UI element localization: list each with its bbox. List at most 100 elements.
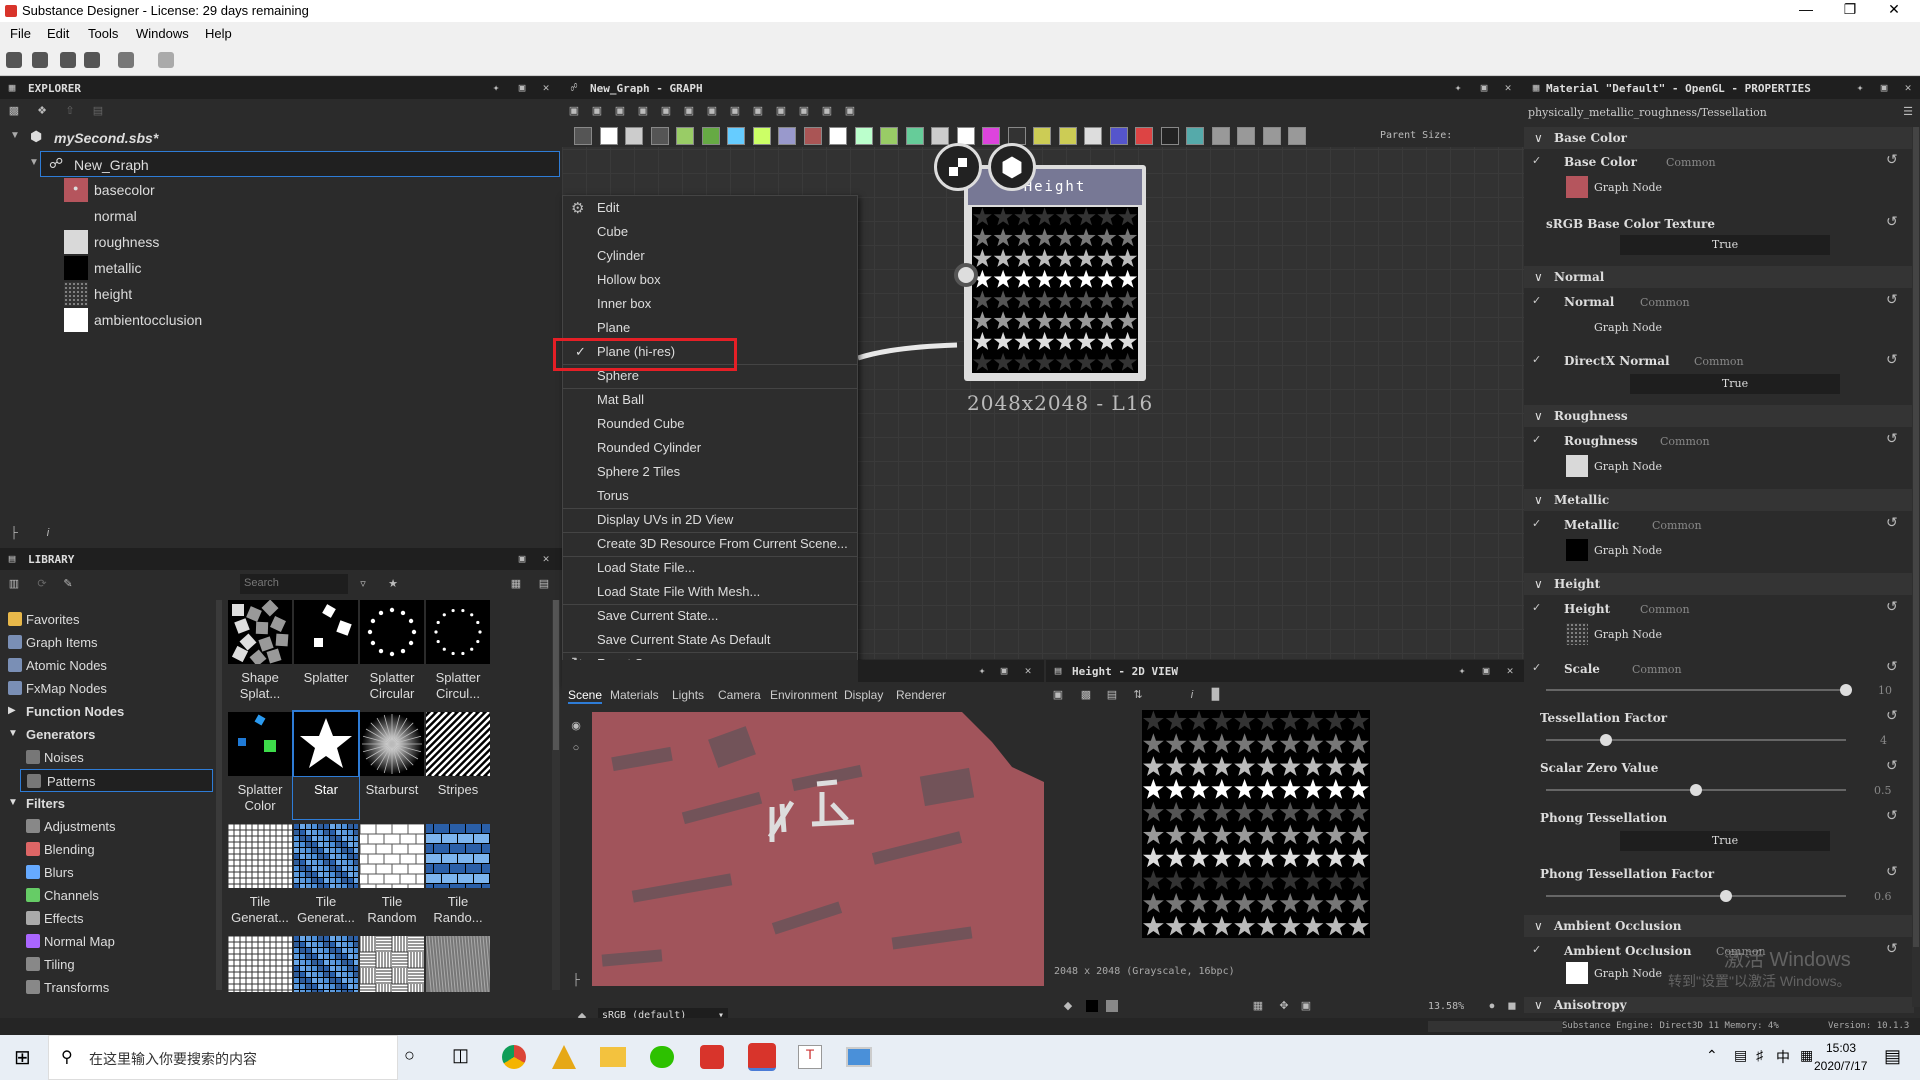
menu-item-rounded-cube[interactable]: Rounded Cube: [563, 412, 857, 436]
reset-icon[interactable]: ↺: [1886, 514, 1898, 531]
reset-icon[interactable]: ↺: [1886, 351, 1898, 368]
pan-icon[interactable]: ▣: [591, 105, 603, 117]
roughness-checkbox[interactable]: ✓: [1532, 433, 1541, 446]
section-anisotropy[interactable]: ∨ Anisotropy: [1524, 997, 1914, 1013]
maximize-button[interactable]: ❐: [1830, 1, 1870, 18]
scene-tab-scene[interactable]: Scene: [568, 688, 603, 704]
srgb-toggle[interactable]: True: [1620, 235, 1830, 255]
section-roughness[interactable]: ∨ Roughness: [1524, 405, 1914, 427]
node-palette-icon[interactable]: [625, 127, 643, 145]
reset-icon[interactable]: ↺: [1886, 940, 1898, 957]
flow-icon[interactable]: ▣: [775, 105, 787, 117]
scene-tab-environment[interactable]: Environment: [770, 688, 837, 702]
wand-icon[interactable]: ▣: [821, 105, 833, 117]
node-palette-icon[interactable]: [1237, 127, 1255, 145]
align-icon[interactable]: ▣: [798, 105, 810, 117]
phong-toggle[interactable]: True: [1620, 831, 1830, 851]
info-icon[interactable]: i: [1186, 689, 1198, 701]
menu-item-load-state-file[interactable]: Load State File...: [563, 556, 857, 580]
new-substance-icon[interactable]: [32, 52, 48, 68]
reset-icon[interactable]: ↺: [1886, 213, 1898, 230]
library-category-channels[interactable]: Channels: [0, 884, 215, 907]
expand-arrow-icon[interactable]: ▼: [8, 797, 18, 808]
roughness-swatch[interactable]: [1566, 455, 1588, 477]
library-category-adjustments[interactable]: Adjustments: [0, 815, 215, 838]
node-palette-icon[interactable]: [778, 127, 796, 145]
notifications-icon[interactable]: ▤: [1884, 1046, 1901, 1067]
library-category-atomic-nodes[interactable]: Atomic Nodes: [0, 654, 215, 677]
library-item-thumbnail[interactable]: [294, 600, 358, 664]
menu-item-hollow-box[interactable]: Hollow box: [563, 268, 857, 292]
output-row-height[interactable]: height: [0, 281, 562, 307]
node-palette-icon[interactable]: [905, 127, 924, 145]
library-item-thumbnail[interactable]: [294, 824, 359, 889]
reset-icon[interactable]: ↺: [1886, 807, 1898, 824]
close-button[interactable]: ✕: [1874, 1, 1914, 18]
close-panel-icon[interactable]: ✕: [540, 82, 552, 94]
cortana-icon[interactable]: ○: [404, 1045, 415, 1066]
link-icon[interactable]: ⇅: [1132, 689, 1144, 701]
node-palette-icon[interactable]: [1288, 127, 1306, 145]
reset-icon[interactable]: ↺: [1886, 863, 1898, 880]
node-palette-icon[interactable]: [1186, 127, 1204, 145]
clock-time[interactable]: 15:03: [1826, 1041, 1856, 1055]
section-ambient-occlusion[interactable]: ∨ Ambient Occlusion: [1524, 915, 1914, 937]
node-palette-icon[interactable]: [574, 127, 592, 145]
app-triangle-icon[interactable]: [552, 1045, 576, 1069]
base-color-checkbox[interactable]: ✓: [1532, 154, 1541, 167]
filter-icon[interactable]: ▿: [357, 578, 369, 590]
chrome-icon[interactable]: [502, 1045, 526, 1069]
library-search-input[interactable]: Search: [240, 574, 348, 594]
link-icon[interactable]: ▣: [660, 105, 672, 117]
save-icon[interactable]: [84, 52, 100, 68]
float-icon[interactable]: ▣: [516, 82, 528, 94]
node-palette-icon[interactable]: [1135, 127, 1153, 145]
add-folder-icon[interactable]: ▥: [8, 578, 20, 590]
menu-item-inner-box[interactable]: Inner box: [563, 292, 857, 316]
frame-icon[interactable]: ▣: [568, 105, 580, 117]
height-checkbox[interactable]: ✓: [1532, 601, 1541, 614]
library-scrollbar[interactable]: [552, 600, 560, 990]
library-category-filters[interactable]: ▼ Filters: [0, 792, 215, 815]
node-input-pin[interactable]: [954, 263, 978, 287]
pin-icon[interactable]: ✦: [976, 665, 988, 677]
properties-scrollbar[interactable]: [1912, 127, 1920, 1007]
library-item-thumbnail[interactable]: [426, 936, 490, 992]
reset-icon[interactable]: ↺: [1886, 658, 1898, 675]
ao-checkbox[interactable]: ✓: [1532, 943, 1541, 956]
menu-item-plane[interactable]: Plane: [563, 316, 857, 340]
node-palette-icon[interactable]: [701, 127, 720, 145]
library-category-graph-items[interactable]: Graph Items: [0, 631, 215, 654]
node-palette-icon[interactable]: [1262, 127, 1281, 145]
library-item-thumbnail[interactable]: [360, 712, 424, 776]
node-palette-icon[interactable]: [1211, 127, 1230, 145]
taskbar-search[interactable]: ⚲ 在这里输入你要搜索的内容: [48, 1035, 398, 1080]
graph-row[interactable]: ▼ ☍ New_Graph: [29, 151, 560, 177]
pin-icon[interactable]: ✦: [1452, 82, 1464, 94]
menu-edit-header[interactable]: ⚙ Edit: [563, 196, 857, 220]
close-panel-icon[interactable]: ✕: [1502, 82, 1514, 94]
file-explorer-icon[interactable]: [600, 1047, 626, 1067]
node-palette-icon[interactable]: [752, 127, 771, 145]
close-panel-icon[interactable]: ✕: [1504, 665, 1516, 677]
node-palette-icon[interactable]: [727, 127, 745, 145]
metallic-checkbox[interactable]: ✓: [1532, 517, 1541, 530]
library-category-tiling[interactable]: Tiling: [0, 953, 215, 976]
publish-icon[interactable]: ⇧: [64, 105, 76, 117]
menu-file[interactable]: File: [10, 26, 31, 41]
copy-icon[interactable]: ▣: [1052, 689, 1064, 701]
section-height[interactable]: ∨ Height: [1524, 573, 1914, 595]
open-folder-icon[interactable]: [60, 52, 76, 68]
library-category-generators[interactable]: ▼ Generators: [0, 723, 215, 746]
minimize-button[interactable]: —: [1786, 1, 1826, 17]
library-item-thumbnail[interactable]: [228, 936, 292, 992]
library-category-effects[interactable]: Effects: [0, 907, 215, 930]
scene-tab-camera[interactable]: Camera: [718, 688, 761, 702]
menu-help[interactable]: Help: [205, 26, 232, 41]
info-icon[interactable]: ▣: [637, 105, 649, 117]
lock-icon[interactable]: ◼: [1506, 1000, 1518, 1012]
library-item-thumbnail[interactable]: [228, 712, 292, 776]
menu-item-display-uvs-in-2d-view[interactable]: Display UVs in 2D View: [563, 508, 857, 532]
output-row-normal[interactable]: normal: [0, 203, 562, 229]
screenshot-icon[interactable]: ▣: [614, 105, 626, 117]
